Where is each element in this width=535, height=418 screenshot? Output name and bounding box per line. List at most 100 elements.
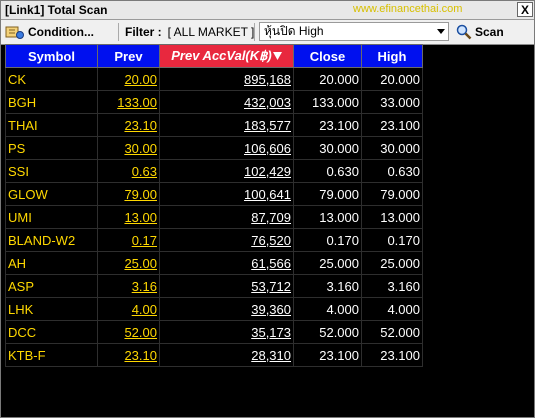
- condition-button[interactable]: Condition...: [5, 22, 94, 41]
- table-row[interactable]: CK 20.00 895,168 20.000 20.000: [5, 67, 423, 91]
- cell-prev-accval: 100,641: [159, 182, 294, 206]
- cell-prev: 30.00: [97, 136, 160, 160]
- cell-close: 0.170: [293, 228, 362, 252]
- cell-high: 4.000: [361, 297, 423, 321]
- watermark: www.efinancethai.com: [353, 3, 463, 15]
- cell-close: 30.000: [293, 136, 362, 160]
- cell-high: 3.160: [361, 274, 423, 298]
- cell-high: 23.100: [361, 343, 423, 367]
- cell-prev: 79.00: [97, 182, 160, 206]
- cell-high: 25.000: [361, 251, 423, 275]
- cell-prev-accval: 53,712: [159, 274, 294, 298]
- cell-prev-accval: 28,310: [159, 343, 294, 367]
- table-row[interactable]: LHK 4.00 39,360 4.000 4.000: [5, 297, 423, 321]
- sort-desc-icon: [272, 52, 282, 61]
- cell-symbol[interactable]: LHK: [5, 297, 98, 321]
- scan-label: Scan: [475, 24, 504, 39]
- col-header-prev-accval-label: Prev AccVal(K฿): [171, 48, 272, 63]
- table-row[interactable]: BLAND-W2 0.17 76,520 0.170 0.170: [5, 228, 423, 252]
- cell-prev: 23.10: [97, 113, 160, 137]
- table-row[interactable]: UMI 13.00 87,709 13.000 13.000: [5, 205, 423, 229]
- table-row[interactable]: SSI 0.63 102,429 0.630 0.630: [5, 159, 423, 183]
- filter-label: Filter :: [125, 24, 162, 39]
- cell-symbol[interactable]: GLOW: [5, 182, 98, 206]
- cell-prev-accval: 76,520: [159, 228, 294, 252]
- cell-high: 33.000: [361, 90, 423, 114]
- scan-button[interactable]: Scan: [456, 22, 510, 41]
- cell-prev: 20.00: [97, 67, 160, 91]
- cell-symbol[interactable]: UMI: [5, 205, 98, 229]
- cell-prev-accval: 183,577: [159, 113, 294, 137]
- cell-symbol[interactable]: THAI: [5, 113, 98, 137]
- cell-high: 79.000: [361, 182, 423, 206]
- cell-symbol[interactable]: DCC: [5, 320, 98, 344]
- cell-close: 23.100: [293, 343, 362, 367]
- filter-value: [ ALL MARKET ]: [167, 24, 255, 39]
- toolbar-separator: [118, 23, 119, 41]
- cell-symbol[interactable]: PS: [5, 136, 98, 160]
- col-header-prev[interactable]: Prev: [97, 44, 160, 68]
- cell-high: 0.630: [361, 159, 423, 183]
- cell-close: 3.160: [293, 274, 362, 298]
- cell-high: 13.000: [361, 205, 423, 229]
- table-row[interactable]: THAI 23.10 183,577 23.100 23.100: [5, 113, 423, 137]
- total-scan-window: [Link1] Total Scan www.efinancethai.com …: [0, 0, 535, 418]
- cell-prev-accval: 39,360: [159, 297, 294, 321]
- cell-close: 133.000: [293, 90, 362, 114]
- cell-symbol[interactable]: BGH: [5, 90, 98, 114]
- title-bar[interactable]: [Link1] Total Scan www.efinancethai.com …: [1, 1, 534, 20]
- cell-prev: 4.00: [97, 297, 160, 321]
- table-row[interactable]: AH 25.00 61,566 25.000 25.000: [5, 251, 423, 275]
- cell-prev-accval: 895,168: [159, 67, 294, 91]
- table-header-row: Symbol Prev Prev AccVal(K฿) Close High: [5, 44, 423, 68]
- cell-close: 20.000: [293, 67, 362, 91]
- table-row[interactable]: PS 30.00 106,606 30.000 30.000: [5, 136, 423, 160]
- cell-close: 4.000: [293, 297, 362, 321]
- scan-results-table: Symbol Prev Prev AccVal(K฿) Close High C…: [5, 44, 423, 367]
- table-row[interactable]: BGH 133.00 432,003 133.000 33.000: [5, 90, 423, 114]
- cell-symbol[interactable]: SSI: [5, 159, 98, 183]
- filter-selector[interactable]: Filter : [ ALL MARKET ]: [125, 22, 254, 41]
- cell-prev: 23.10: [97, 343, 160, 367]
- cell-high: 0.170: [361, 228, 423, 252]
- cell-symbol[interactable]: KTB-F: [5, 343, 98, 367]
- cell-close: 0.630: [293, 159, 362, 183]
- toolbar: Condition... Filter : [ ALL MARKET ] หุ้…: [1, 20, 534, 45]
- cell-prev-accval: 432,003: [159, 90, 294, 114]
- table-row[interactable]: DCC 52.00 35,173 52.000 52.000: [5, 320, 423, 344]
- close-icon: X: [520, 3, 529, 17]
- scan-type-select[interactable]: หุ้นปิด High: [259, 22, 449, 41]
- cell-close: 13.000: [293, 205, 362, 229]
- cell-prev: 52.00: [97, 320, 160, 344]
- cell-close: 79.000: [293, 182, 362, 206]
- cell-symbol[interactable]: CK: [5, 67, 98, 91]
- cell-prev: 25.00: [97, 251, 160, 275]
- window-title: [Link1] Total Scan: [5, 3, 108, 17]
- table-row[interactable]: ASP 3.16 53,712 3.160 3.160: [5, 274, 423, 298]
- col-header-close[interactable]: Close: [293, 44, 362, 68]
- cell-prev-accval: 61,566: [159, 251, 294, 275]
- cell-prev-accval: 35,173: [159, 320, 294, 344]
- magnifier-icon: [456, 24, 472, 39]
- col-header-prev-accval[interactable]: Prev AccVal(K฿): [159, 44, 294, 68]
- cell-symbol[interactable]: BLAND-W2: [5, 228, 98, 252]
- col-header-symbol[interactable]: Symbol: [5, 44, 98, 68]
- cell-prev: 133.00: [97, 90, 160, 114]
- cell-prev-accval: 106,606: [159, 136, 294, 160]
- cell-close: 25.000: [293, 251, 362, 275]
- cell-close: 52.000: [293, 320, 362, 344]
- table-row[interactable]: GLOW 79.00 100,641 79.000 79.000: [5, 182, 423, 206]
- cell-symbol[interactable]: ASP: [5, 274, 98, 298]
- close-button[interactable]: X: [517, 2, 533, 17]
- dropdown-arrow-icon: [437, 29, 445, 34]
- cell-high: 23.100: [361, 113, 423, 137]
- col-header-high[interactable]: High: [361, 44, 423, 68]
- cell-symbol[interactable]: AH: [5, 251, 98, 275]
- table-row[interactable]: KTB-F 23.10 28,310 23.100 23.100: [5, 343, 423, 367]
- cell-close: 23.100: [293, 113, 362, 137]
- cell-high: 20.000: [361, 67, 423, 91]
- cell-prev: 13.00: [97, 205, 160, 229]
- scan-type-value: หุ้นปิด High: [264, 24, 324, 38]
- condition-label: Condition...: [28, 24, 94, 39]
- cell-prev: 3.16: [97, 274, 160, 298]
